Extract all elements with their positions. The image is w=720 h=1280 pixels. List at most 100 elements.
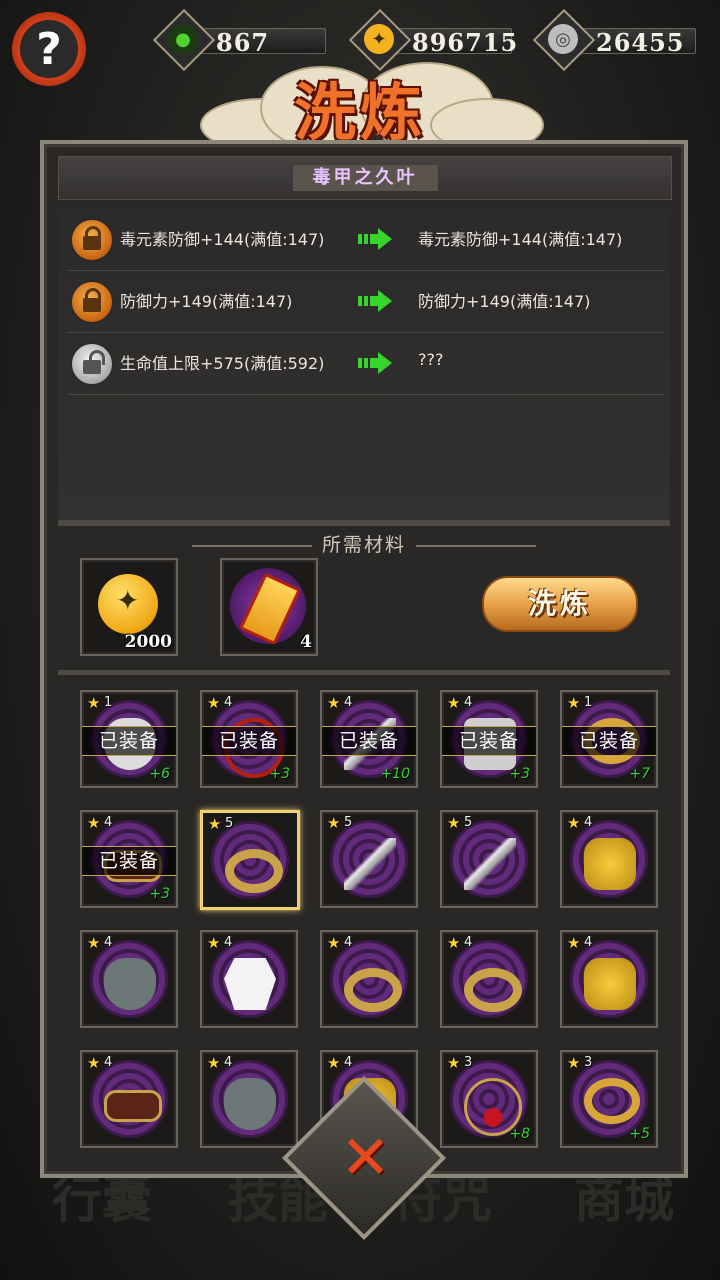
star-icon: ★ — [207, 694, 221, 712]
amulet-icon — [584, 958, 636, 1010]
oni-mask-icon — [224, 1078, 276, 1130]
question-icon: ? — [36, 23, 62, 75]
star-icon: ★ — [567, 694, 581, 712]
lock-icon[interactable] — [70, 280, 114, 324]
inventory-slot[interactable]: ★ 4 已装备 +3 — [80, 810, 178, 908]
attribute-row: 毒元素防御+144(满值:147) 毒元素防御+144(满值:147) — [68, 208, 664, 271]
attribute-current: 防御力+149(满值:147) — [120, 292, 293, 311]
star-count: 4 — [584, 935, 593, 950]
enhance-level: +8 — [509, 1126, 530, 1142]
enhance-level: +6 — [149, 766, 170, 782]
inventory-slot[interactable]: ★ 4 — [80, 1050, 178, 1148]
inventory-slot[interactable]: ★ 4 — [80, 930, 178, 1028]
star-count: 5 — [225, 816, 234, 831]
inventory-slot[interactable]: ★ 4 已装备 +3 — [200, 690, 298, 788]
enhance-level: +10 — [380, 766, 410, 782]
gold-count: 896715 — [412, 28, 519, 57]
materials-label: 所需材料 — [44, 530, 684, 557]
divider — [58, 520, 670, 526]
equipped-badge: 已装备 — [82, 846, 176, 876]
material-count: 2000 — [124, 632, 172, 652]
inventory-slot[interactable]: ★ 1 已装备 +7 — [560, 690, 658, 788]
inventory-slot[interactable]: ★ 4 — [200, 930, 298, 1028]
equipped-badge: 已装备 — [82, 726, 176, 756]
jade-icon: ● — [168, 24, 198, 54]
attribute-current: 毒元素防御+144(满值:147) — [120, 230, 325, 249]
equipped-badge: 已装备 — [322, 726, 416, 756]
arrow-right-icon — [358, 352, 392, 374]
divider — [58, 670, 670, 675]
attribute-result: 防御力+149(满值:147) — [418, 292, 591, 311]
material-scroll[interactable]: 4 — [220, 558, 318, 656]
inventory-slot[interactable]: ★ 5 — [320, 810, 418, 908]
gold-coin-icon: ✦ — [364, 24, 394, 54]
blade-icon — [464, 838, 516, 890]
attribute-current: 生命值上限+575(满值:592) — [120, 354, 325, 373]
star-icon: ★ — [207, 934, 221, 952]
inventory-slot[interactable]: ★ 4 — [200, 1050, 298, 1148]
star-count: 5 — [464, 815, 473, 830]
gold-coin-icon — [98, 574, 158, 634]
material-count: 4 — [300, 632, 312, 652]
star-icon: ★ — [327, 1054, 341, 1072]
enhance-level: +3 — [269, 766, 290, 782]
star-icon: ★ — [327, 694, 341, 712]
resource-jade: ● 867 — [152, 8, 326, 72]
unlock-icon[interactable] — [70, 342, 114, 386]
star-count: 4 — [464, 695, 473, 710]
inventory-slot[interactable]: ★ 4 已装备 +3 — [440, 690, 538, 788]
star-icon: ★ — [87, 814, 101, 832]
star-count: 4 — [344, 935, 353, 950]
inventory-slot[interactable]: ★ 4 已装备 +10 — [320, 690, 418, 788]
star-count: 3 — [584, 1055, 593, 1070]
refine-scroll-icon — [230, 568, 306, 644]
close-icon: ✕ — [340, 1123, 391, 1194]
enhance-level: +3 — [149, 886, 170, 902]
inventory-slot[interactable]: ★ 5 — [200, 810, 300, 910]
equipped-badge: 已装备 — [562, 726, 656, 756]
star-icon: ★ — [447, 694, 461, 712]
star-count: 4 — [344, 695, 353, 710]
equipped-badge: 已装备 — [442, 726, 536, 756]
arrow-right-icon — [358, 228, 392, 250]
star-icon: ★ — [567, 934, 581, 952]
star-icon: ★ — [327, 934, 341, 952]
inventory-slot[interactable]: ★ 4 — [320, 930, 418, 1028]
inventory-slot[interactable]: ★ 1 已装备 +6 — [80, 690, 178, 788]
attribute-result: ??? — [418, 350, 444, 369]
enhance-level: +5 — [629, 1126, 650, 1142]
inventory-slot[interactable]: ★ 4 — [440, 930, 538, 1028]
star-icon: ★ — [447, 1054, 461, 1072]
material-gold[interactable]: 2000 — [80, 558, 178, 656]
amulet-icon — [584, 838, 636, 890]
star-icon: ★ — [87, 934, 101, 952]
silver-count: 26455 — [596, 28, 685, 57]
star-icon: ★ — [207, 1054, 221, 1072]
star-count: 4 — [224, 695, 233, 710]
star-count: 4 — [224, 1055, 233, 1070]
oni-mask-icon — [104, 958, 156, 1010]
arrow-right-icon — [358, 290, 392, 312]
help-button[interactable]: ? — [12, 12, 86, 86]
inventory-slot[interactable]: ★ 3 +5 — [560, 1050, 658, 1148]
page-title: 洗炼 — [293, 76, 426, 149]
star-icon: ★ — [447, 814, 461, 832]
inventory-slot[interactable]: ★ 4 — [560, 810, 658, 908]
blade-icon — [344, 838, 396, 890]
refine-button[interactable]: 洗炼 — [482, 576, 638, 632]
inventory-slot[interactable]: ★ 5 — [440, 810, 538, 908]
item-name: 毒甲之久叶 — [292, 165, 438, 191]
star-icon: ★ — [208, 815, 222, 833]
star-icon: ★ — [87, 1054, 101, 1072]
star-icon: ★ — [567, 1054, 581, 1072]
star-count: 4 — [104, 1055, 113, 1070]
inventory-slot[interactable]: ★ 3 +8 — [440, 1050, 538, 1148]
gold-bracelet-icon — [344, 968, 402, 1012]
lock-icon[interactable] — [70, 218, 114, 262]
resource-gold: ✦ 896715 — [348, 8, 517, 72]
belt-icon — [104, 1090, 162, 1122]
star-count: 4 — [224, 935, 233, 950]
inventory-slot[interactable]: ★ 4 — [560, 930, 658, 1028]
enhance-level: +3 — [509, 766, 530, 782]
gold-bracelet-icon — [464, 968, 522, 1012]
